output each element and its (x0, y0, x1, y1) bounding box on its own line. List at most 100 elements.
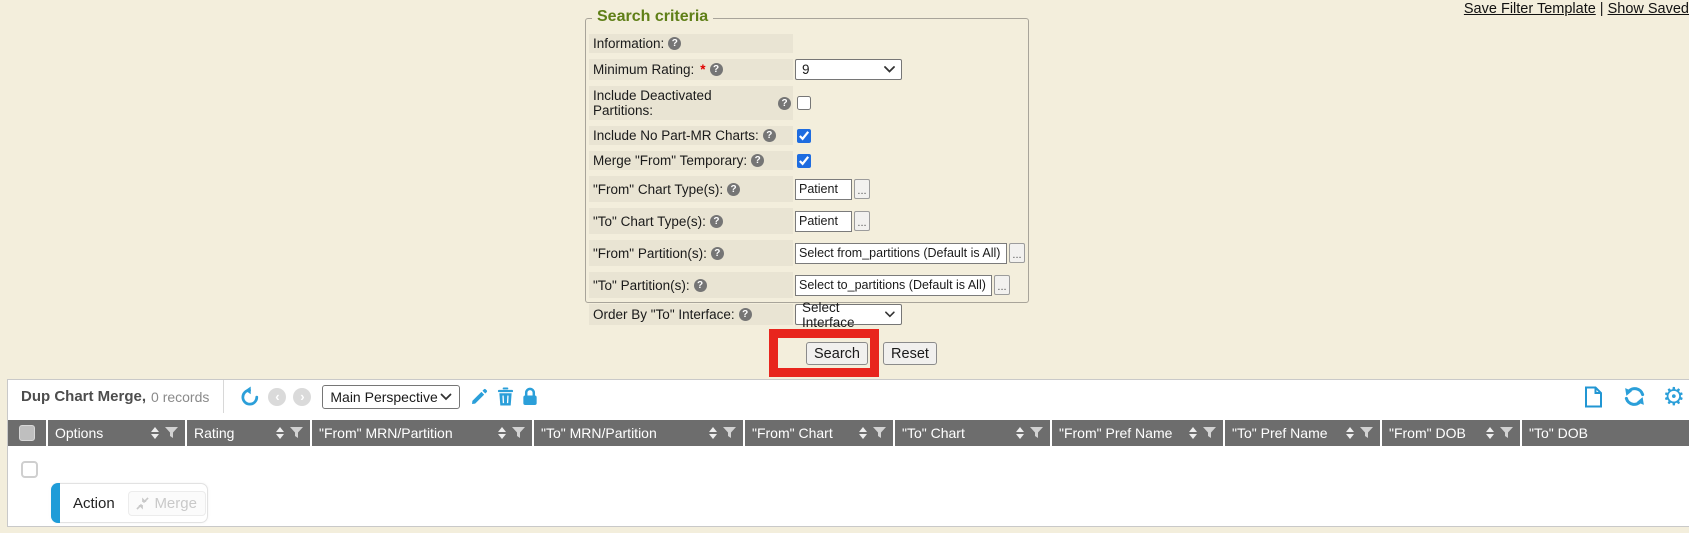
filter-icon[interactable] (165, 427, 178, 439)
delete-perspective-button[interactable] (497, 387, 514, 406)
to-partitions-input[interactable]: Select to_partitions (Default is All) (795, 275, 992, 296)
sort-icon[interactable] (498, 427, 506, 439)
include-no-part-mr-label-cell: Include No Part-MR Charts: ? (589, 126, 793, 145)
grid-title: Dup Chart Merge, (21, 388, 146, 405)
edit-perspective-button[interactable] (470, 387, 489, 406)
help-icon[interactable]: ? (694, 279, 707, 292)
link-separator: | (1600, 1, 1604, 17)
form-row-from-chart-types: "From" Chart Type(s): ? Patient ... (589, 176, 1025, 202)
column-label: Options (55, 425, 103, 441)
sort-icon[interactable] (151, 427, 159, 439)
filter-icon[interactable] (1203, 427, 1216, 439)
include-no-part-mr-label: Include No Part-MR Charts: (593, 128, 759, 143)
show-saved-link[interactable]: Show Saved (1608, 1, 1689, 17)
help-icon[interactable]: ? (739, 308, 752, 321)
merge-button[interactable]: Merge (128, 491, 206, 516)
include-deactivated-label-cell: Include Deactivated Partitions: ? (589, 86, 793, 120)
include-deactivated-checkbox[interactable] (797, 96, 811, 110)
action-panel: Action Merge (51, 483, 208, 523)
minimum-rating-label-cell: Minimum Rating: * ? (589, 59, 793, 80)
row-checkbox[interactable] (21, 461, 38, 478)
prev-perspective-button[interactable]: ‹ (268, 388, 286, 406)
chevron-right-icon: › (300, 390, 304, 403)
reset-button[interactable]: Reset (883, 342, 937, 365)
sort-icon[interactable] (1016, 427, 1024, 439)
sort-icon[interactable] (709, 427, 717, 439)
filter-icon[interactable] (1030, 427, 1043, 439)
filter-icon[interactable] (1500, 427, 1513, 439)
order-by-interface-label: Order By "To" Interface: (593, 307, 735, 322)
filter-icon[interactable] (723, 427, 736, 439)
column-header-rating[interactable]: Rating (187, 420, 310, 446)
sort-icon[interactable] (1486, 427, 1494, 439)
merge-from-temporary-checkbox[interactable] (797, 154, 811, 168)
save-filter-template-link[interactable]: Save Filter Template (1464, 1, 1596, 17)
form-row-include-no-part-mr: Include No Part-MR Charts: ? (589, 126, 1025, 145)
record-count: 0 records (151, 389, 209, 405)
include-no-part-mr-checkbox[interactable] (797, 129, 811, 143)
sort-icon[interactable] (276, 427, 284, 439)
to-chart-types-input[interactable]: Patient (795, 211, 852, 232)
order-by-interface-select[interactable]: Select Interface (795, 304, 902, 325)
column-label: "From" Chart (752, 425, 833, 441)
column-label: "To" Chart (902, 425, 965, 441)
help-icon[interactable]: ? (668, 37, 681, 50)
column-header-to-dob[interactable]: "To" DOB (1522, 420, 1689, 446)
to-partitions-picker-button[interactable]: ... (994, 275, 1010, 295)
help-icon[interactable]: ? (727, 183, 740, 196)
lock-perspective-button[interactable] (522, 387, 538, 406)
information-label-cell: Information: ? (589, 34, 793, 53)
from-chart-types-picker-button[interactable]: ... (854, 179, 870, 199)
next-perspective-button[interactable]: › (293, 388, 311, 406)
sort-icon[interactable] (1189, 427, 1197, 439)
search-criteria-fieldset: Search criteria Information: ? Minimum R… (585, 18, 1029, 303)
to-partitions-label: "To" Partition(s): (593, 278, 690, 293)
grid-toolbar: Dup Chart Merge, 0 records ‹ › Main Pers… (8, 380, 1689, 413)
chevron-down-icon (884, 66, 895, 73)
filter-icon[interactable] (512, 427, 525, 439)
column-header-from-dob[interactable]: "From" DOB (1382, 420, 1520, 446)
export-button[interactable] (1584, 386, 1603, 408)
column-header-to-chart[interactable]: "To" Chart (895, 420, 1050, 446)
help-icon[interactable]: ? (751, 154, 764, 167)
column-header-to-pref-name[interactable]: "To" Pref Name (1225, 420, 1380, 446)
help-icon[interactable]: ? (710, 215, 723, 228)
filter-icon[interactable] (873, 427, 886, 439)
document-icon (1584, 386, 1603, 408)
reset-perspective-icon[interactable] (239, 386, 261, 408)
filter-icon[interactable] (1360, 427, 1373, 439)
help-icon[interactable]: ? (763, 129, 776, 142)
sort-icon[interactable] (859, 427, 867, 439)
minimum-rating-select[interactable]: 9 (795, 59, 902, 80)
column-label: "From" DOB (1389, 425, 1466, 441)
minimum-rating-label: Minimum Rating: (593, 62, 694, 77)
search-button[interactable]: Search (806, 342, 868, 365)
column-header-from-pref-name[interactable]: "From" Pref Name (1052, 420, 1223, 446)
perspective-selected-value: Main Perspective (330, 389, 437, 405)
column-header-options[interactable]: Options (48, 420, 185, 446)
from-partitions-picker-button[interactable]: ... (1009, 243, 1025, 263)
column-label: "From" Pref Name (1059, 425, 1172, 441)
refresh-button[interactable] (1623, 386, 1646, 407)
select-all-checkbox[interactable] (19, 425, 35, 441)
help-icon[interactable]: ? (710, 63, 723, 76)
form-row-from-partitions: "From" Partition(s): ? Select from_parti… (589, 240, 1025, 266)
help-icon[interactable]: ? (778, 97, 791, 110)
filter-icon[interactable] (290, 427, 303, 439)
perspective-select[interactable]: Main Perspective (322, 385, 460, 409)
to-chart-types-picker-button[interactable]: ... (854, 211, 870, 231)
column-header-to-mrn-partition[interactable]: "To" MRN/Partition (534, 420, 743, 446)
help-icon[interactable]: ? (711, 247, 724, 260)
column-header-from-mrn-partition[interactable]: "From" MRN/Partition (312, 420, 532, 446)
column-label: "From" MRN/Partition (319, 425, 453, 441)
settings-button[interactable]: ⚙ (1663, 384, 1685, 409)
from-chart-types-input[interactable]: Patient (795, 179, 852, 200)
column-header-from-chart[interactable]: "From" Chart (745, 420, 893, 446)
action-panel-accent-bar (51, 483, 60, 523)
refresh-icon (1623, 386, 1646, 407)
trash-icon (497, 387, 514, 406)
include-deactivated-label: Include Deactivated Partitions: (593, 88, 774, 118)
from-partitions-input[interactable]: Select from_partitions (Default is All) (795, 243, 1007, 264)
sort-icon[interactable] (1346, 427, 1354, 439)
to-chart-types-label-cell: "To" Chart Type(s): ? (589, 208, 793, 234)
